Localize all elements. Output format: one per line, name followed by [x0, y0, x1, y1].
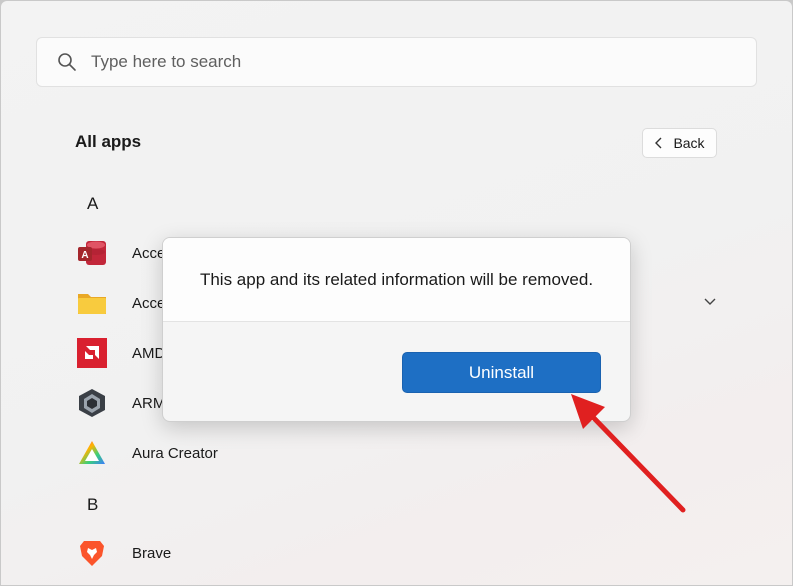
search-icon [58, 53, 76, 71]
app-label: ARM [132, 394, 166, 412]
microsoft-access-icon: A [76, 237, 108, 269]
start-menu-window: Type here to search All apps Back A A Ac… [1, 1, 792, 585]
back-button-label: Back [673, 135, 705, 151]
section-letter-a[interactable]: A [87, 194, 98, 214]
app-label: Acce [132, 244, 166, 262]
search-placeholder[interactable]: Type here to search [91, 52, 241, 72]
folder-icon [76, 287, 108, 319]
chevron-down-icon[interactable] [703, 297, 717, 307]
section-letter-b[interactable]: B [87, 495, 98, 515]
uninstall-button[interactable]: Uninstall [402, 352, 601, 393]
aura-creator-icon [76, 437, 108, 469]
app-label: Acce [132, 294, 166, 312]
app-label: Aura Creator [132, 444, 218, 462]
annotation-arrow-icon [571, 394, 686, 513]
dialog-body: This app and its related information wil… [163, 238, 630, 322]
chevron-left-icon [655, 137, 662, 149]
armoury-crate-icon [76, 387, 108, 419]
svg-text:A: A [81, 250, 88, 261]
app-label: Brave [132, 544, 172, 562]
search-box[interactable]: Type here to search [36, 37, 757, 87]
brave-icon [76, 537, 108, 569]
app-item[interactable]: Brave [76, 535, 726, 571]
amd-icon [76, 337, 108, 369]
back-button[interactable]: Back [642, 128, 717, 158]
dialog-message: This app and its related information wil… [199, 269, 594, 289]
app-label: AMD [132, 344, 166, 362]
page-title: All apps [75, 132, 142, 151]
